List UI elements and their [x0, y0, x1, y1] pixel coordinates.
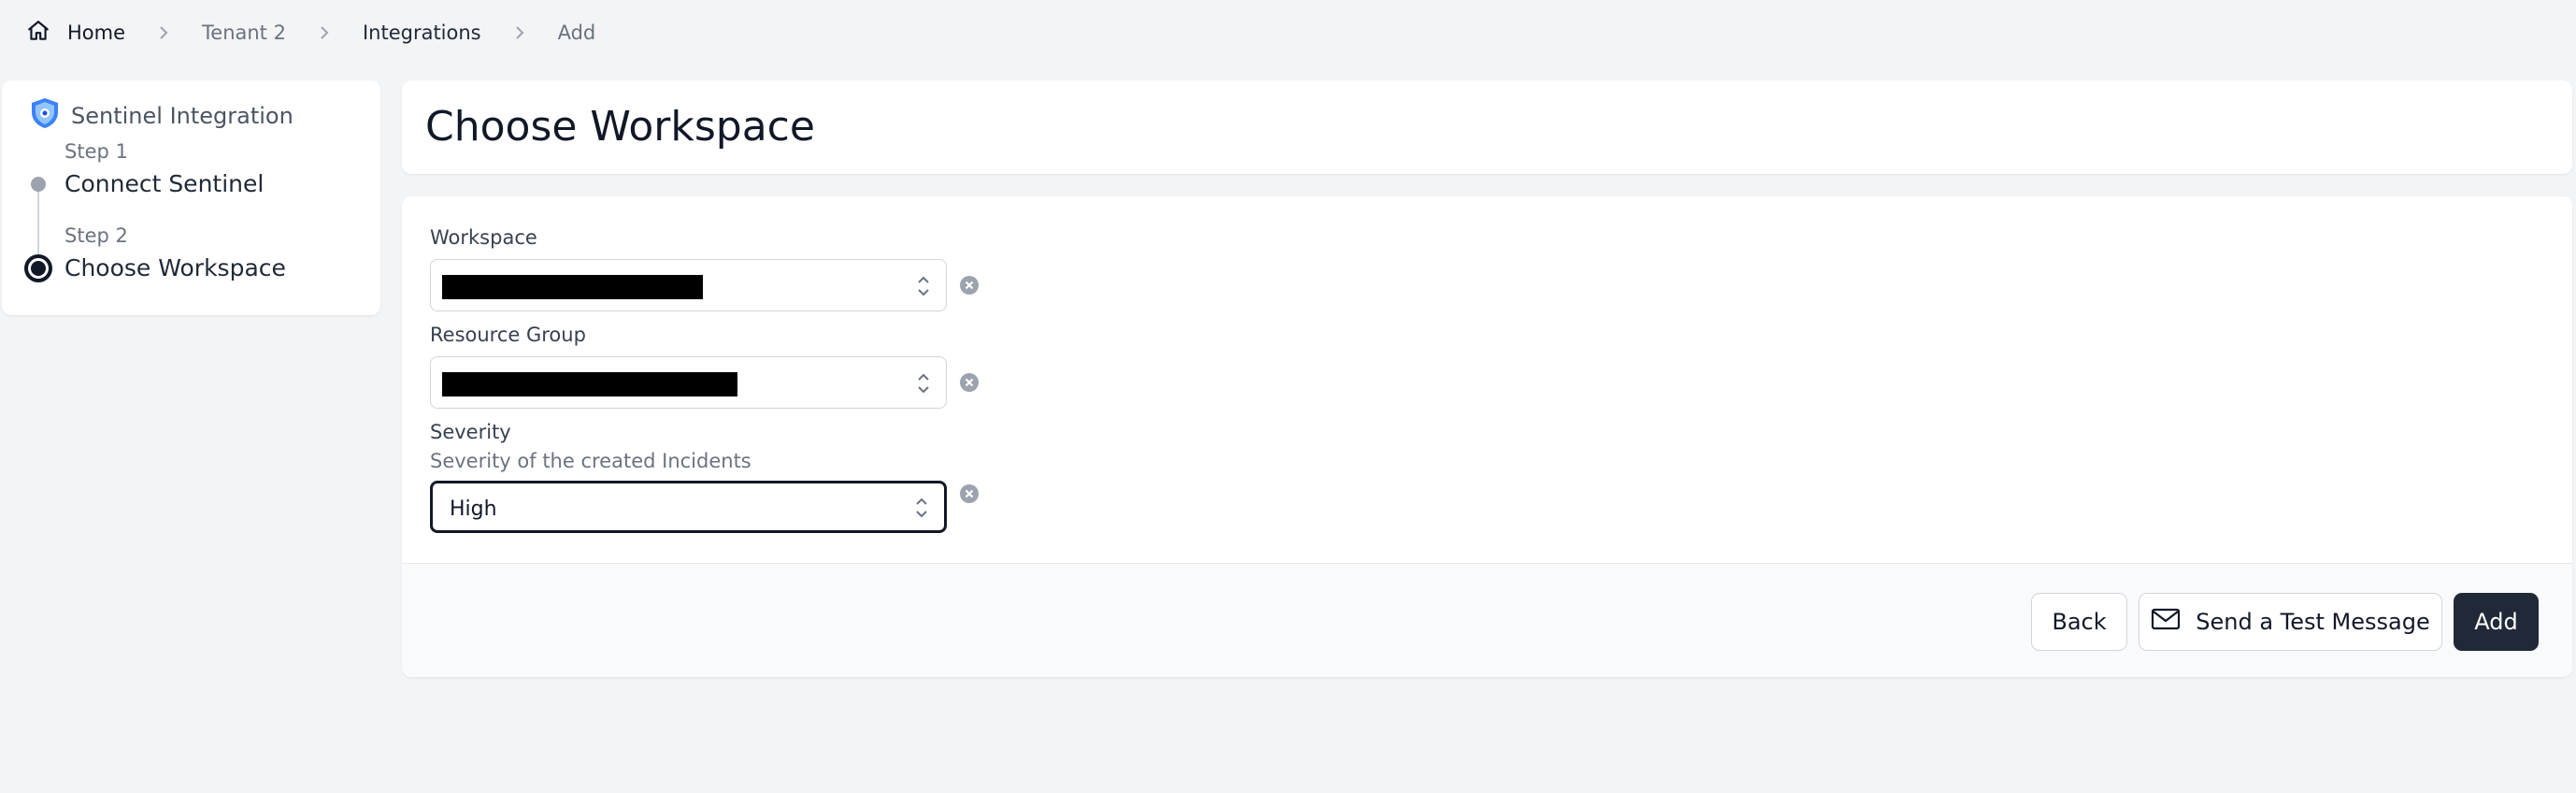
- back-button[interactable]: Back: [2031, 593, 2127, 651]
- chevron-up-down-icon: [916, 273, 931, 303]
- workspace-form: Workspace Resource Group Severity Severi…: [402, 196, 2572, 677]
- workspace-select[interactable]: [430, 259, 947, 311]
- step-1-indicator: [31, 177, 46, 192]
- page-title: Choose Workspace: [425, 103, 815, 151]
- sentinel-shield-icon: [30, 97, 60, 135]
- integration-title: Sentinel Integration: [30, 97, 293, 135]
- integration-title-label: Sentinel Integration: [71, 103, 293, 129]
- severity-clear-icon[interactable]: [959, 483, 980, 508]
- home-icon: [26, 19, 50, 48]
- step-2-name: Choose Workspace: [64, 254, 286, 281]
- workspace-clear-icon[interactable]: [959, 275, 980, 299]
- resource-group-value-redacted: [442, 372, 737, 396]
- step-1-label: Step 1: [64, 140, 128, 163]
- step-2-label: Step 2: [64, 224, 128, 247]
- severity-label: Severity: [430, 421, 511, 443]
- chevron-up-down-icon: [914, 495, 929, 525]
- breadcrumb: Home Tenant 2 Integrations Add: [26, 17, 595, 49]
- breadcrumb-tenant[interactable]: Tenant 2: [202, 22, 286, 44]
- breadcrumb-current: Add: [557, 22, 596, 44]
- mail-icon: [2151, 607, 2181, 637]
- step-1-name: Connect Sentinel: [64, 170, 265, 197]
- step-2-indicator: [24, 254, 52, 282]
- breadcrumb-home-label: Home: [67, 22, 126, 44]
- add-button[interactable]: Add: [2454, 593, 2539, 651]
- chevron-right-icon: [148, 23, 179, 42]
- chevron-up-down-icon: [916, 370, 931, 400]
- severity-value: High: [450, 497, 497, 521]
- form-footer: Back Send a Test Message Add: [402, 563, 2572, 677]
- page-header: Choose Workspace: [402, 80, 2572, 174]
- severity-help: Severity of the created Incidents: [430, 450, 751, 472]
- workspace-value-redacted: [442, 275, 703, 299]
- breadcrumb-home[interactable]: Home: [26, 19, 125, 48]
- send-test-message-label: Send a Test Message: [2196, 609, 2430, 635]
- workspace-label: Workspace: [430, 226, 537, 249]
- send-test-message-button[interactable]: Send a Test Message: [2139, 593, 2442, 651]
- resource-group-label: Resource Group: [430, 324, 586, 346]
- resource-group-select[interactable]: [430, 356, 947, 409]
- steps-sidebar: Sentinel Integration Step 1 Connect Sent…: [2, 80, 380, 315]
- resource-group-clear-icon[interactable]: [959, 372, 980, 396]
- chevron-right-icon: [504, 23, 536, 42]
- chevron-right-icon: [308, 23, 340, 42]
- severity-select[interactable]: High: [430, 481, 947, 533]
- breadcrumb-integrations[interactable]: Integrations: [363, 22, 481, 44]
